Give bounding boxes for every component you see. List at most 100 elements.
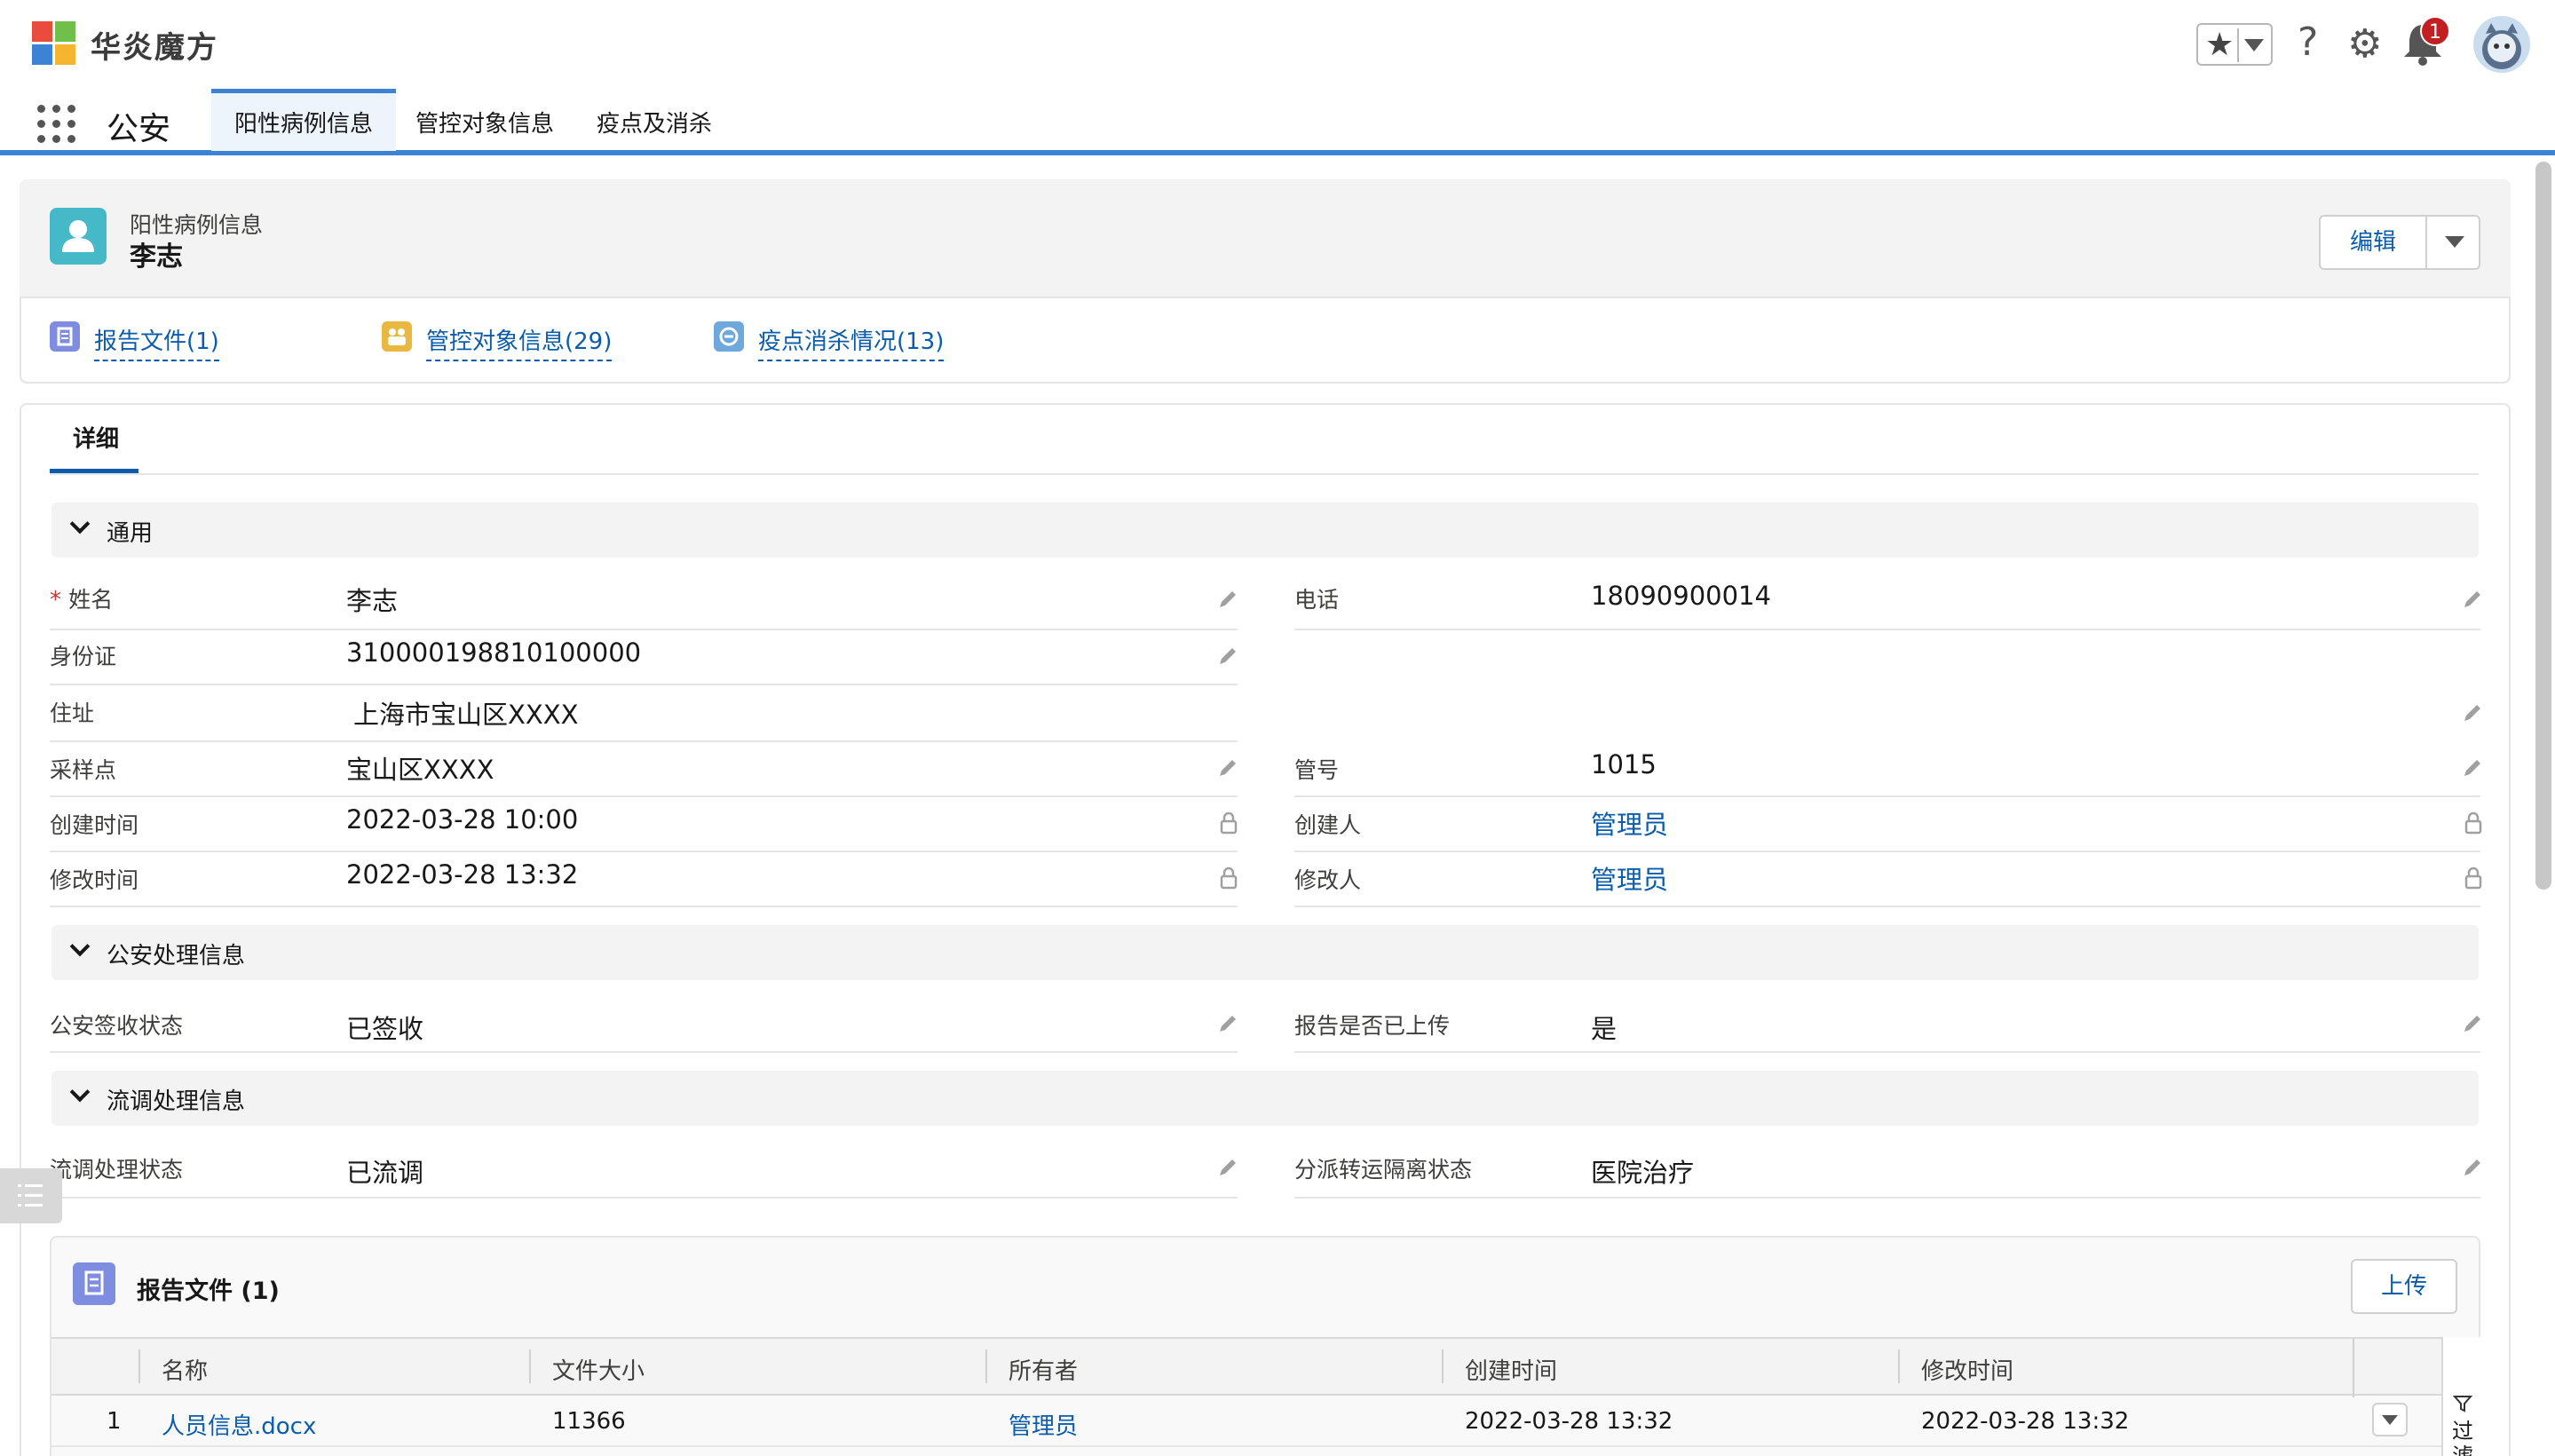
chevron-down-icon xyxy=(69,936,91,957)
pencil-icon[interactable] xyxy=(2461,1012,2484,1035)
pencil-icon[interactable] xyxy=(1216,645,1239,668)
field-police-status-label: 公安签收状态 xyxy=(50,1013,184,1039)
tab-controlled-subjects[interactable]: 管控对象信息 xyxy=(392,89,577,151)
field-modifier-link[interactable]: 管理员 xyxy=(1591,859,1668,897)
field-divider xyxy=(50,740,1238,742)
field-sample-label: 采样点 xyxy=(50,757,117,783)
field-divider xyxy=(1294,851,2480,852)
field-divider xyxy=(50,851,1238,852)
column-divider xyxy=(1898,1349,1900,1383)
notification-badge: 1 xyxy=(2420,16,2450,46)
pencil-icon[interactable] xyxy=(2461,756,2484,779)
record-name: 李志 xyxy=(130,241,183,273)
field-divider xyxy=(1294,906,2480,907)
chevron-down-icon xyxy=(69,513,91,534)
column-header-created[interactable]: 创建时间 xyxy=(1465,1353,1557,1386)
pencil-icon[interactable] xyxy=(2461,701,2484,724)
pencil-icon[interactable] xyxy=(1216,756,1239,779)
column-header-modified[interactable]: 修改时间 xyxy=(1921,1353,2013,1386)
field-name-label: * 姓名 xyxy=(50,582,113,614)
pencil-icon[interactable] xyxy=(1216,1156,1239,1179)
field-dispatch-label: 分派转运隔离状态 xyxy=(1294,1157,1473,1183)
lock-icon xyxy=(2464,811,2482,835)
field-sample-value: 宝山区XXXX xyxy=(346,755,494,785)
row-created: 2022-03-28 13:32 xyxy=(1465,1408,1673,1435)
field-divider xyxy=(50,1197,1238,1199)
record-highlights xyxy=(20,179,2511,298)
tab-detail[interactable]: 详细 xyxy=(50,423,142,474)
section-epi-handling[interactable]: 流调处理信息 xyxy=(51,1071,2479,1126)
field-modified-label: 修改时间 xyxy=(50,867,139,893)
star-icon: ★ xyxy=(2205,27,2235,63)
chevron-down-icon xyxy=(2382,1415,2398,1425)
user-avatar[interactable] xyxy=(2473,16,2530,73)
lock-icon xyxy=(1220,811,1238,835)
field-modified-value: 2022-03-28 13:32 xyxy=(346,859,579,890)
field-epi-status-label: 流调处理状态 xyxy=(50,1157,184,1183)
column-divider xyxy=(529,1349,531,1383)
app-name: 公安 xyxy=(107,111,171,147)
gear-icon[interactable]: ⚙ xyxy=(2347,21,2382,67)
field-divider xyxy=(1294,795,2480,797)
field-divider xyxy=(1294,1197,2480,1199)
contact-icon xyxy=(50,208,107,265)
sidebar-toggle-button[interactable] xyxy=(0,1168,62,1223)
favorites-divider xyxy=(2237,28,2239,62)
related-link-disinfection[interactable]: 疫点消杀情况(13) xyxy=(758,323,945,361)
section-police-handling[interactable]: 公安处理信息 xyxy=(51,925,2479,980)
pencil-icon[interactable] xyxy=(2461,1156,2484,1179)
field-phone-label: 电话 xyxy=(1294,587,1340,613)
related-link-controlled-subjects[interactable]: 管控对象信息(29) xyxy=(426,323,613,361)
group-icon xyxy=(382,321,412,352)
related-list-title: 报告文件 (1) xyxy=(137,1278,280,1305)
pencil-icon[interactable] xyxy=(2461,588,2484,611)
filter-label: 过滤 xyxy=(2452,1419,2473,1456)
lock-icon xyxy=(2464,866,2482,890)
field-divider xyxy=(50,906,1238,907)
edit-button[interactable]: 编辑 xyxy=(2321,217,2425,268)
edit-button-group: 编辑 xyxy=(2319,215,2480,270)
favorites-button[interactable]: ★ xyxy=(2196,23,2273,66)
tab-epidemic-points[interactable]: 疫点及消杀 xyxy=(573,89,735,151)
section-title: 通用 xyxy=(107,520,154,547)
tab-positive-cases[interactable]: 阳性病例信息 xyxy=(211,89,397,151)
pencil-icon[interactable] xyxy=(1216,1012,1239,1035)
brand-logo-icon[interactable] xyxy=(32,21,76,66)
row-index: 1 xyxy=(107,1408,122,1435)
field-epi-status-value: 已流调 xyxy=(346,1158,424,1188)
field-tube-value: 1015 xyxy=(1591,749,1657,779)
upload-button[interactable]: 上传 xyxy=(2351,1259,2457,1314)
tab-divider xyxy=(50,473,2479,475)
related-link-reports[interactable]: 报告文件(1) xyxy=(94,323,219,361)
section-general[interactable]: 通用 xyxy=(51,502,2479,558)
field-creator-link[interactable]: 管理员 xyxy=(1591,804,1668,842)
column-divider xyxy=(1442,1349,1444,1383)
field-police-status-value: 已签收 xyxy=(346,1014,424,1044)
file-icon xyxy=(73,1262,115,1305)
field-tube-label: 管号 xyxy=(1294,757,1340,783)
field-phone-value: 18090900014 xyxy=(1591,581,1771,611)
chevron-down-icon[interactable] xyxy=(2244,39,2264,51)
row-file-name-link[interactable]: 人员信息.docx xyxy=(162,1408,316,1441)
row-owner-link[interactable]: 管理员 xyxy=(1009,1408,1078,1441)
pencil-icon[interactable] xyxy=(1216,588,1239,611)
column-divider xyxy=(2353,1339,2354,1397)
row-modified: 2022-03-28 13:32 xyxy=(1921,1408,2130,1435)
help-icon[interactable]: ? xyxy=(2298,20,2318,65)
filter-panel[interactable]: 过滤 xyxy=(2441,1337,2480,1456)
app-launcher-icon[interactable] xyxy=(37,105,76,144)
required-marker: * xyxy=(50,587,69,613)
chevron-down-icon[interactable] xyxy=(2445,236,2464,248)
column-header-size[interactable]: 文件大小 xyxy=(552,1353,645,1386)
field-label: 姓名 xyxy=(68,587,114,613)
column-header-name[interactable]: 名称 xyxy=(162,1353,208,1386)
field-divider xyxy=(50,629,1238,630)
lock-icon xyxy=(1220,866,1238,890)
row-action-button[interactable] xyxy=(2372,1403,2408,1436)
page-scrollbar[interactable] xyxy=(2535,162,2551,890)
column-header-owner[interactable]: 所有者 xyxy=(1009,1353,1078,1386)
field-divider xyxy=(50,795,1238,797)
edit-divider xyxy=(2425,217,2427,268)
minus-circle-icon xyxy=(714,321,744,352)
field-report-uploaded-value: 是 xyxy=(1591,1014,1618,1044)
